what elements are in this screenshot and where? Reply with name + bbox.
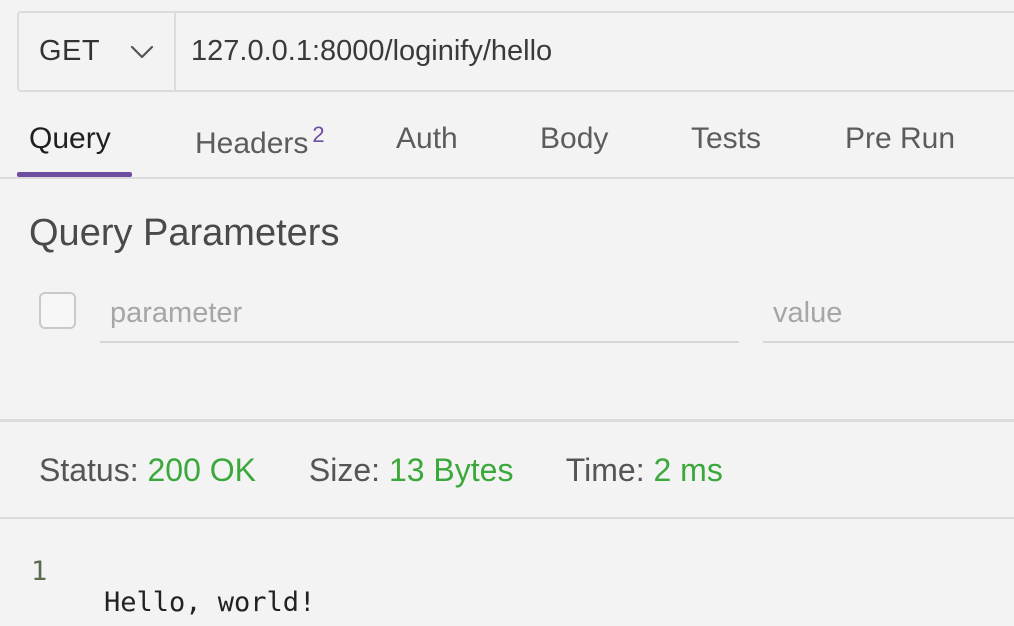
method-select[interactable]: GET bbox=[19, 13, 176, 90]
size-label: Size: bbox=[308, 452, 381, 488]
response-body-line: 1 Hello, world! bbox=[0, 525, 315, 626]
tab-label: Body bbox=[540, 122, 609, 155]
response-status-row: Status: 200 OK Size: 13 Bytes Time: 2 ms bbox=[39, 452, 767, 489]
tab-label: Pre Run bbox=[845, 122, 956, 155]
section-title: Query Parameters bbox=[29, 212, 340, 254]
headers-count-badge: 2 bbox=[312, 122, 325, 147]
param-value-input[interactable] bbox=[763, 286, 1014, 343]
response-body-divider bbox=[0, 517, 1014, 519]
url-input[interactable] bbox=[176, 13, 1014, 90]
tab-label: Query bbox=[29, 122, 111, 155]
method-label: GET bbox=[39, 35, 101, 67]
tab-headers[interactable]: Headers 2 bbox=[195, 122, 325, 161]
request-bar: GET bbox=[17, 11, 1014, 92]
line-number: 1 bbox=[31, 556, 48, 587]
time-value: 2 ms bbox=[653, 452, 723, 488]
tab-label: Headers bbox=[195, 127, 309, 160]
tab-label: Tests bbox=[691, 122, 762, 155]
param-enable-checkbox[interactable] bbox=[39, 292, 76, 329]
tab-pre-run[interactable]: Pre Run bbox=[845, 122, 955, 156]
tab-bar: Query Headers 2 Auth Body Tests Pre Run bbox=[0, 92, 1014, 179]
request-panel: GET Query Headers2 Auth Body Tests Pre R… bbox=[0, 0, 1014, 626]
status-item: Status: 200 OK bbox=[39, 452, 256, 488]
tab-tests[interactable]: Tests bbox=[691, 122, 761, 156]
tab-auth[interactable]: Auth bbox=[396, 122, 458, 156]
time-item: Time: 2 ms bbox=[566, 452, 723, 488]
active-tab-indicator bbox=[17, 172, 132, 177]
response-divider bbox=[0, 419, 1014, 422]
size-value: 13 Bytes bbox=[388, 452, 514, 488]
tab-body[interactable]: Body bbox=[540, 122, 608, 156]
tab-label: Auth bbox=[396, 122, 458, 155]
status-value: 200 OK bbox=[147, 452, 257, 488]
chevron-down-icon bbox=[130, 45, 154, 59]
line-text: Hello, world! bbox=[104, 587, 316, 618]
status-label: Status: bbox=[39, 452, 139, 488]
param-name-input[interactable] bbox=[100, 286, 739, 343]
time-label: Time: bbox=[565, 452, 645, 488]
size-item: Size: 13 Bytes bbox=[309, 452, 514, 488]
tab-query[interactable]: Query bbox=[29, 122, 111, 156]
